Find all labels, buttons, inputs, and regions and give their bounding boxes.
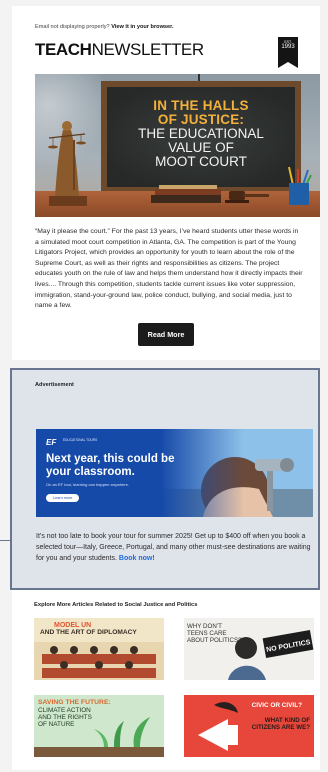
chalkboard: IN THE HALLS OF JUSTICE: THE EDUCATIONAL… (101, 81, 301, 193)
hero-title-line-3: THE EDUCATIONAL (138, 126, 264, 141)
read-more-button[interactable]: Read More (137, 322, 195, 346)
ef-logo: EF (46, 438, 57, 447)
preheader-text: Email not displaying properly? (35, 24, 110, 30)
article-tile-civic-civil[interactable]: CIVIC OR CIVIL? WHAT KIND OF CITIZENS AR… (184, 695, 314, 757)
tile-4-subtitle: WHAT KIND OF CITIZENS ARE WE? (251, 717, 310, 731)
explore-section: Explore More Articles Related to Social … (12, 590, 320, 770)
gavel-icon (225, 191, 269, 203)
est-badge: EST. 1993 (278, 37, 298, 68)
hero-title-line-5: MOOT COURT (155, 154, 247, 169)
ef-tagline: EDUCATIONAL TOURS (63, 438, 98, 442)
pencil-cup-icon (288, 167, 312, 205)
ad-copy-text: It’s not too late to book your tour for … (36, 533, 311, 562)
tile-3-title: SAVING THE FUTURE: (38, 699, 111, 706)
newsletter-logo[interactable]: TEACHNEWSLETTER (35, 41, 298, 59)
hero-image[interactable]: IN THE HALLS OF JUSTICE: THE EDUCATIONAL… (35, 74, 320, 217)
advertisement-section: Advertisement EF EDUCATIONAL TOURS Next … (10, 368, 320, 590)
books-icon (151, 185, 221, 203)
logo-newsletter: NEWSLETTER (91, 40, 205, 59)
email-body: Email not displaying properly? View it i… (12, 6, 320, 360)
explore-title: Explore More Articles Related to Social … (34, 602, 198, 608)
hero-title-line-2: OF JUSTICE: (157, 112, 245, 127)
est-year: 1993 (281, 44, 295, 50)
article-body: “May it please the court.” For the past … (35, 228, 303, 310)
article-tile-teens-politics[interactable]: NO POLITICS WHY DON’T TEENS CARE ABOUT P… (184, 618, 314, 680)
tile-2-title: WHY DON’T TEENS CARE ABOUT POLITICS? (187, 623, 242, 644)
tile-4-title: CIVIC OR CIVIL? (251, 702, 302, 709)
ad-copy: It’s not too late to book your tour for … (36, 531, 316, 564)
logo-teach: TEACH (35, 40, 92, 59)
preheader: Email not displaying properly? View it i… (12, 6, 320, 30)
learn-more-button[interactable]: Learn more (46, 494, 80, 502)
hero-title-line-4: VALUE OF (168, 140, 234, 155)
chalkboard-surface: IN THE HALLS OF JUSTICE: THE EDUCATIONAL… (107, 87, 295, 187)
lady-justice-icon (48, 121, 87, 206)
frame-marker (0, 540, 10, 541)
masthead: TEACHNEWSLETTER EST. 1993 (35, 37, 298, 71)
banner-headline: Next year, this could be your classroom. (46, 453, 175, 478)
read-more-wrap: Read More (12, 312, 320, 360)
advertisement-label: Advertisement (35, 382, 74, 388)
hero-title-line-1: IN THE HALLS (153, 98, 249, 113)
tile-3-subtitle: CLIMATE ACTION AND THE RIGHTS OF NATURE (38, 707, 92, 728)
banner-subline: On an EF tour, learning can happen anywh… (46, 482, 129, 487)
ef-tours-banner[interactable]: EF EDUCATIONAL TOURS Next year, this cou… (36, 429, 313, 517)
tile-1-subtitle: AND THE ART OF DIPLOMACY (40, 629, 137, 636)
article-tile-model-un[interactable]: MODEL UN AND THE ART OF DIPLOMACY (34, 618, 164, 680)
article-tile-climate-action[interactable]: SAVING THE FUTURE: CLIMATE ACTION AND TH… (34, 695, 164, 757)
browser-link[interactable]: View it in your browser. (111, 24, 173, 30)
book-now-link[interactable]: Book now! (119, 555, 155, 562)
